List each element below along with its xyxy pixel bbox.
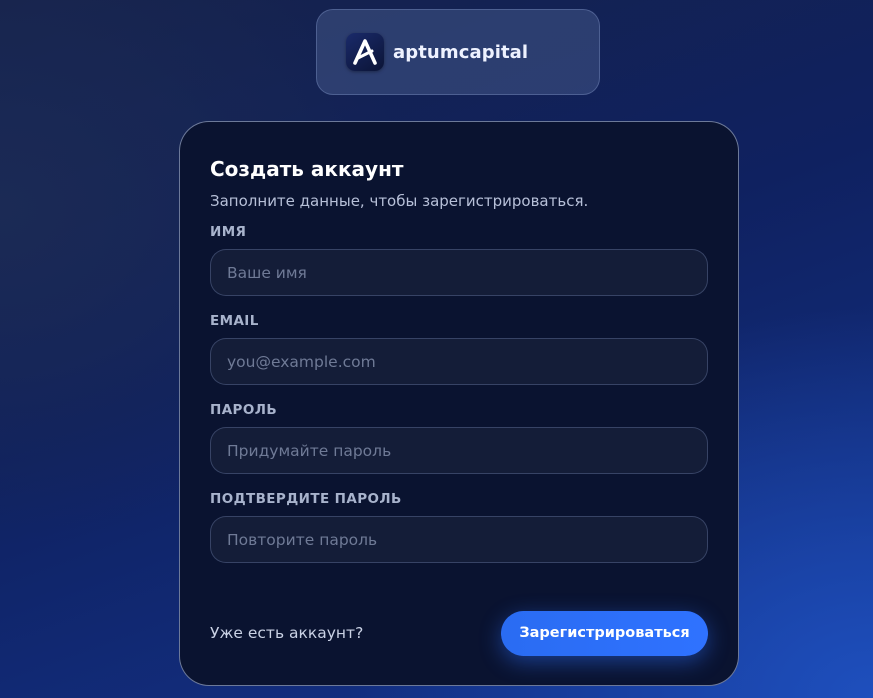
password-input[interactable] — [210, 427, 708, 474]
confirm-password-label: ПОДТВЕРДИТЕ ПАРОЛЬ — [210, 491, 402, 507]
register-button[interactable]: Зарегистрироваться — [501, 610, 708, 656]
name-label: ИМЯ — [210, 224, 247, 240]
form-footer: Уже есть аккаунт? Зарегистрироваться — [210, 610, 708, 656]
email-input[interactable] — [210, 338, 708, 385]
signup-card: Создать аккаунт Заполните данные, чтобы … — [179, 121, 739, 686]
brand-name: aptumcapital — [393, 41, 529, 63]
name-input[interactable] — [210, 249, 708, 296]
password-label: ПАРОЛЬ — [210, 402, 278, 418]
form-title: Создать аккаунт — [210, 157, 404, 181]
brand-header: aptumcapital — [316, 9, 600, 95]
form-subtitle: Заполните данные, чтобы зарегистрировать… — [210, 192, 589, 210]
confirm-password-input[interactable] — [210, 516, 708, 563]
email-label: EMAIL — [210, 313, 259, 329]
a-logo-glyph — [353, 39, 377, 65]
a-logo-icon — [346, 33, 384, 71]
login-link[interactable]: Уже есть аккаунт? — [210, 624, 363, 642]
